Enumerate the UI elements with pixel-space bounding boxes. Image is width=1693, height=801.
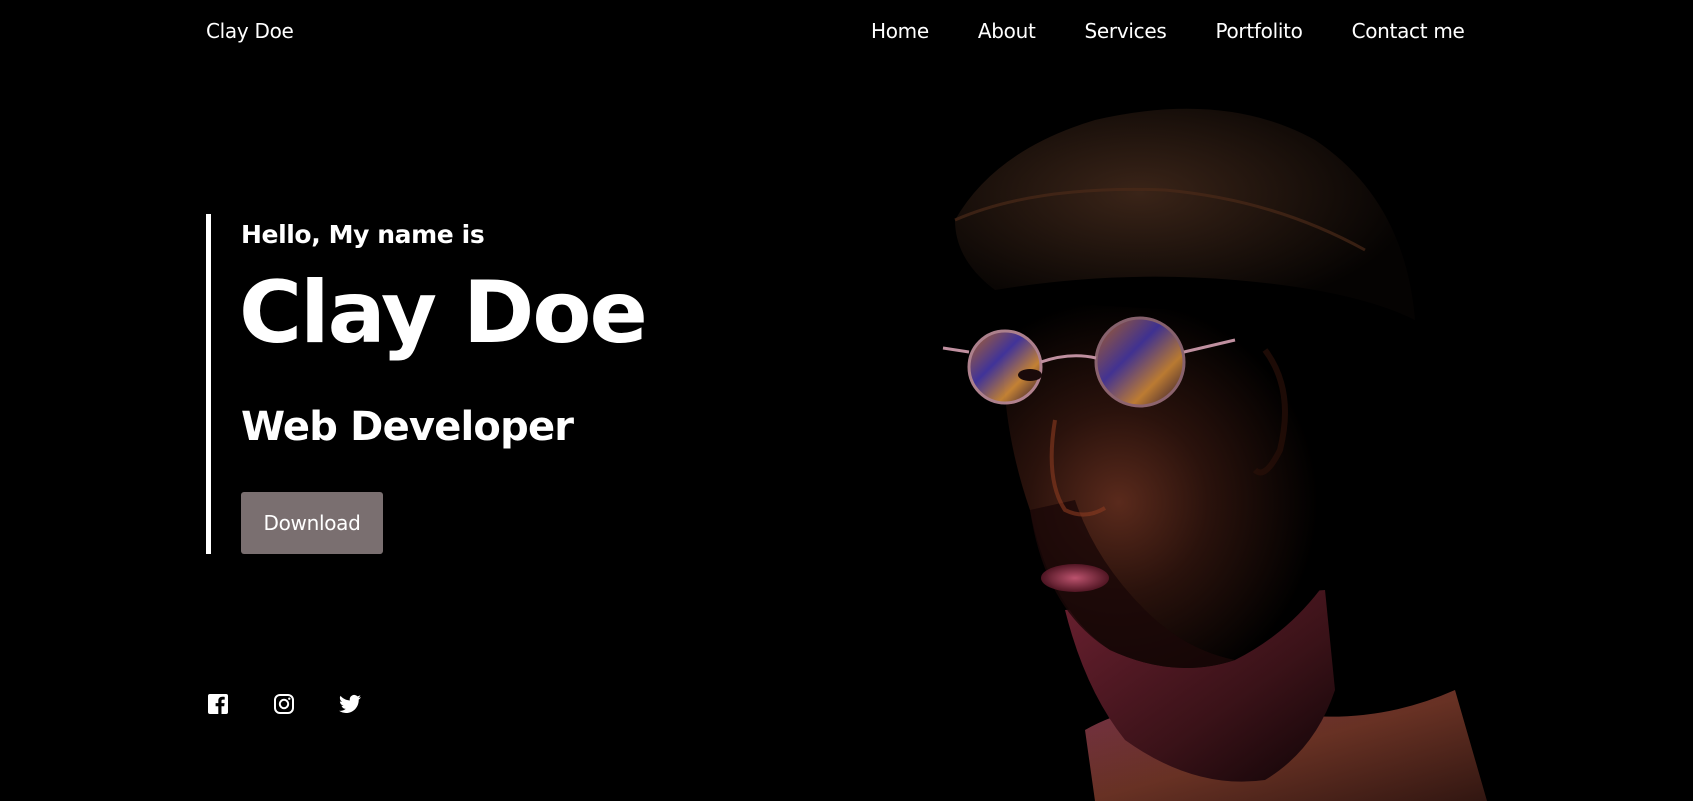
- nav-item-about[interactable]: About: [978, 19, 1036, 43]
- hero-role: Web Developer: [241, 404, 574, 450]
- brand-logo-link[interactable]: Clay Doe: [206, 19, 294, 43]
- hero-name: Clay Doe: [239, 263, 648, 363]
- twitter-icon[interactable]: [338, 692, 362, 716]
- nav-menu: Home About Services Portfolito Contact m…: [871, 19, 1465, 43]
- nav-item-portfolio[interactable]: Portfolito: [1215, 19, 1302, 43]
- top-navbar: Clay Doe Home About Services Portfolito …: [0, 0, 1693, 62]
- social-links: [206, 692, 362, 716]
- instagram-icon[interactable]: [272, 692, 296, 716]
- download-button[interactable]: Download: [241, 492, 383, 554]
- portrait-illustration: [935, 90, 1487, 801]
- nav-item-contact[interactable]: Contact me: [1352, 19, 1465, 43]
- nav-item-home[interactable]: Home: [871, 19, 929, 43]
- nav-item-services[interactable]: Services: [1085, 19, 1167, 43]
- hero-greeting: Hello, My name is: [241, 220, 485, 249]
- facebook-icon[interactable]: [206, 692, 230, 716]
- profile-portrait-image: [935, 90, 1487, 801]
- hero-intro: Hello, My name is Clay Doe Web Developer…: [206, 214, 771, 554]
